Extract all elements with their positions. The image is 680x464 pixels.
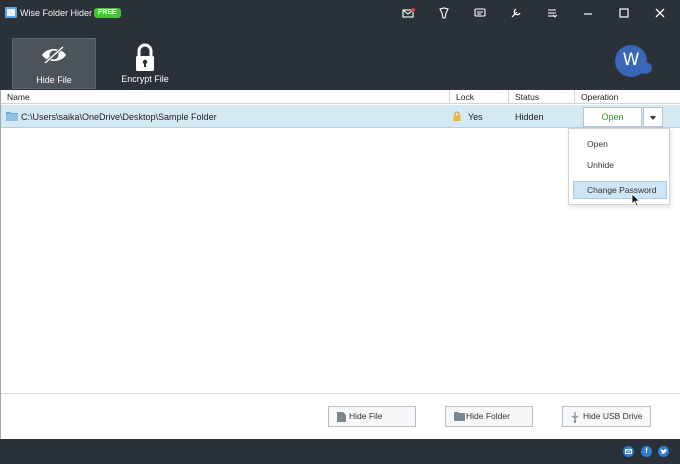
tool-encrypt-file-label: Encrypt File [121,74,169,84]
usb-icon [571,412,579,423]
settings-icon[interactable] [509,6,523,20]
tool-encrypt-file[interactable]: Encrypt File [103,38,187,89]
padlock-icon [103,43,187,71]
minimize-icon[interactable] [581,6,595,20]
folder-icon [6,112,18,121]
main-panel: Name Lock Status Operation C:\Users\saik… [0,90,680,439]
column-divider[interactable] [574,90,575,104]
maximize-icon[interactable] [617,6,631,20]
column-divider[interactable] [508,90,509,104]
skin-icon[interactable] [437,6,451,20]
operation-dropdown-button[interactable] [643,107,663,127]
title-bar: Wise Folder Hider FREE [0,0,680,27]
footer: f [0,439,680,464]
menu-icon[interactable] [545,6,559,20]
column-header-lock[interactable]: Lock [456,92,474,102]
column-header-operation[interactable]: Operation [581,92,618,102]
column-header-name[interactable]: Name [7,92,30,102]
hide-folder-button[interactable]: Hide Folder [445,406,533,427]
row-path: C:\Users\saika\OneDrive\Desktop\Sample F… [21,112,217,122]
tool-hide-file[interactable]: Hide File [12,38,96,89]
menu-item-unhide[interactable]: Unhide [573,156,667,174]
operation-menu: Open Unhide Change Password [568,128,670,205]
table-row[interactable]: C:\Users\saika\OneDrive\Desktop\Sample F… [1,105,680,128]
email-icon[interactable] [623,446,634,457]
tool-hide-file-label: Hide File [36,75,72,85]
toolbar: Hide File Encrypt File [0,27,680,90]
column-header-status[interactable]: Status [515,92,539,102]
bottom-action-bar: Hide File Hide Folder Hide USB Drive [1,393,680,439]
app-logo-icon [5,7,17,18]
menu-item-open[interactable]: Open [573,135,667,153]
hidden-eye-icon [13,44,95,68]
row-status: Hidden [515,112,544,122]
message-icon[interactable] [401,6,415,20]
row-lock: Yes [468,112,483,122]
mouse-cursor-icon [631,193,641,207]
hide-folder-button-label: Hide Folder [466,411,510,421]
feedback-icon[interactable] [473,6,487,20]
hide-file-button[interactable]: Hide File [328,406,416,427]
close-icon[interactable] [653,6,667,20]
facebook-icon[interactable]: f [641,446,652,457]
open-button[interactable]: Open [583,107,642,127]
lock-icon [453,111,461,121]
folder-icon [454,412,465,421]
hide-usb-drive-button[interactable]: Hide USB Drive [562,406,651,427]
table-header: Name Lock Status Operation [1,90,680,104]
app-title: Wise Folder Hider [20,8,93,18]
column-divider[interactable] [449,90,450,104]
operation-group: Open [583,107,663,127]
menu-item-change-password[interactable]: Change Password [573,181,667,199]
hide-file-button-label: Hide File [349,411,383,421]
free-badge: FREE [94,8,121,18]
twitter-icon[interactable] [658,446,669,457]
avatar[interactable]: W [615,45,647,77]
chevron-down-icon [650,116,656,120]
file-icon [337,412,346,422]
hide-usb-drive-button-label: Hide USB Drive [583,411,643,421]
